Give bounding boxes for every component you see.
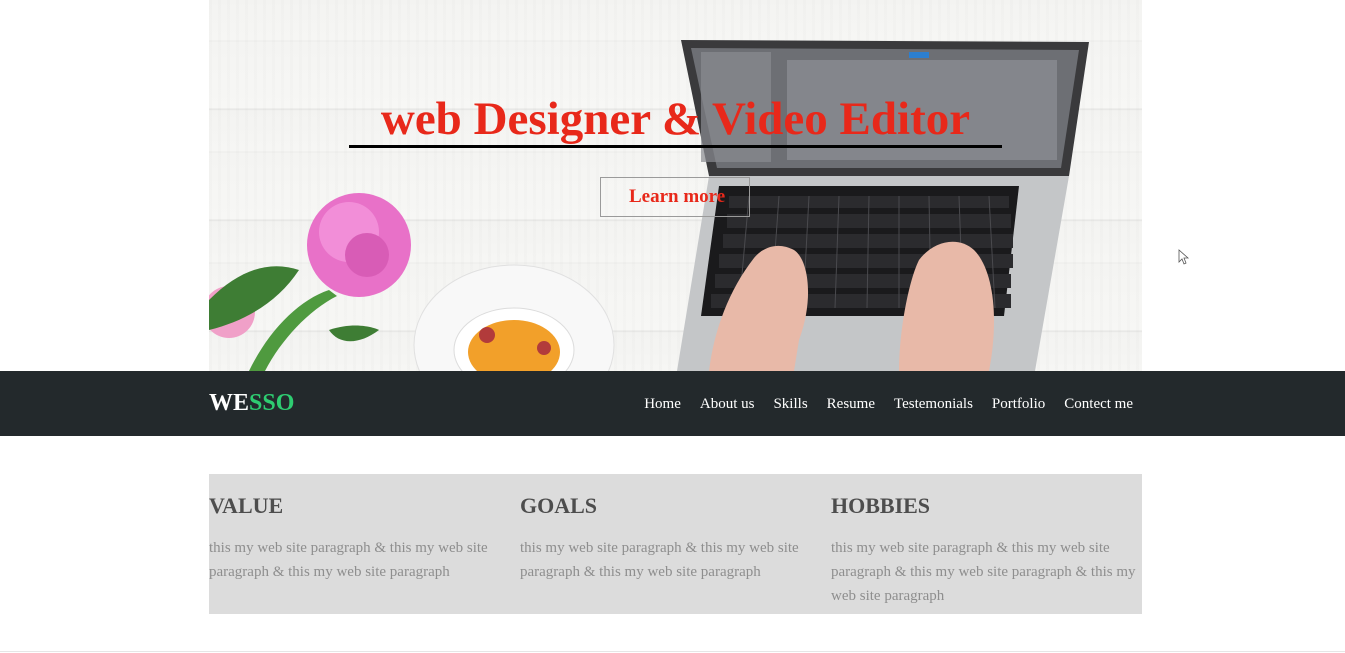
nav-link-portfolio[interactable]: Portfolio: [992, 396, 1045, 412]
feature-text: this my web site paragraph & this my web…: [831, 540, 1136, 604]
nav-item-about: About us: [700, 394, 755, 414]
feature-text: this my web site paragraph & this my web…: [520, 540, 799, 580]
section-divider: [0, 651, 1345, 652]
hero-title: web Designer & Video Editor: [380, 93, 971, 145]
nav-item-contact: Contect me: [1064, 394, 1133, 414]
feature-title: GOALS: [520, 493, 598, 518]
nav-link-home[interactable]: Home: [644, 396, 681, 412]
nav-menu: Home About us Skills Resume Testemonials…: [625, 371, 1133, 436]
nav-link-skills[interactable]: Skills: [773, 396, 807, 412]
learn-more-button[interactable]: Learn more: [600, 177, 750, 217]
nav-link-about[interactable]: About us: [700, 396, 755, 412]
main-navbar: WESSO Home About us Skills Resume Testem…: [0, 371, 1345, 436]
feature-title: HOBBIES: [831, 493, 931, 518]
hero-banner: web Designer & Video Editor Learn more: [209, 0, 1142, 371]
nav-item-home: Home: [644, 394, 681, 414]
features-section: VALUE this my web site paragraph & this …: [209, 474, 1142, 614]
site-logo[interactable]: WESSO: [209, 388, 294, 418]
logo-text-we: WE: [209, 390, 250, 416]
nav-item-skills: Skills: [773, 394, 807, 414]
feature-text: this my web site paragraph & this my web…: [209, 540, 488, 580]
nav-link-testimonials[interactable]: Testemonials: [894, 396, 973, 412]
hero-title-underline: [349, 145, 1002, 148]
nav-link-resume[interactable]: Resume: [827, 396, 875, 412]
nav-item-testimonials: Testemonials: [894, 394, 973, 414]
feature-title: VALUE: [209, 493, 284, 518]
nav-item-resume: Resume: [827, 394, 875, 414]
nav-item-portfolio: Portfolio: [992, 394, 1045, 414]
mouse-pointer-icon: [1178, 249, 1190, 265]
nav-link-contact[interactable]: Contect me: [1064, 396, 1133, 412]
logo-text-sso: SSO: [249, 390, 295, 416]
